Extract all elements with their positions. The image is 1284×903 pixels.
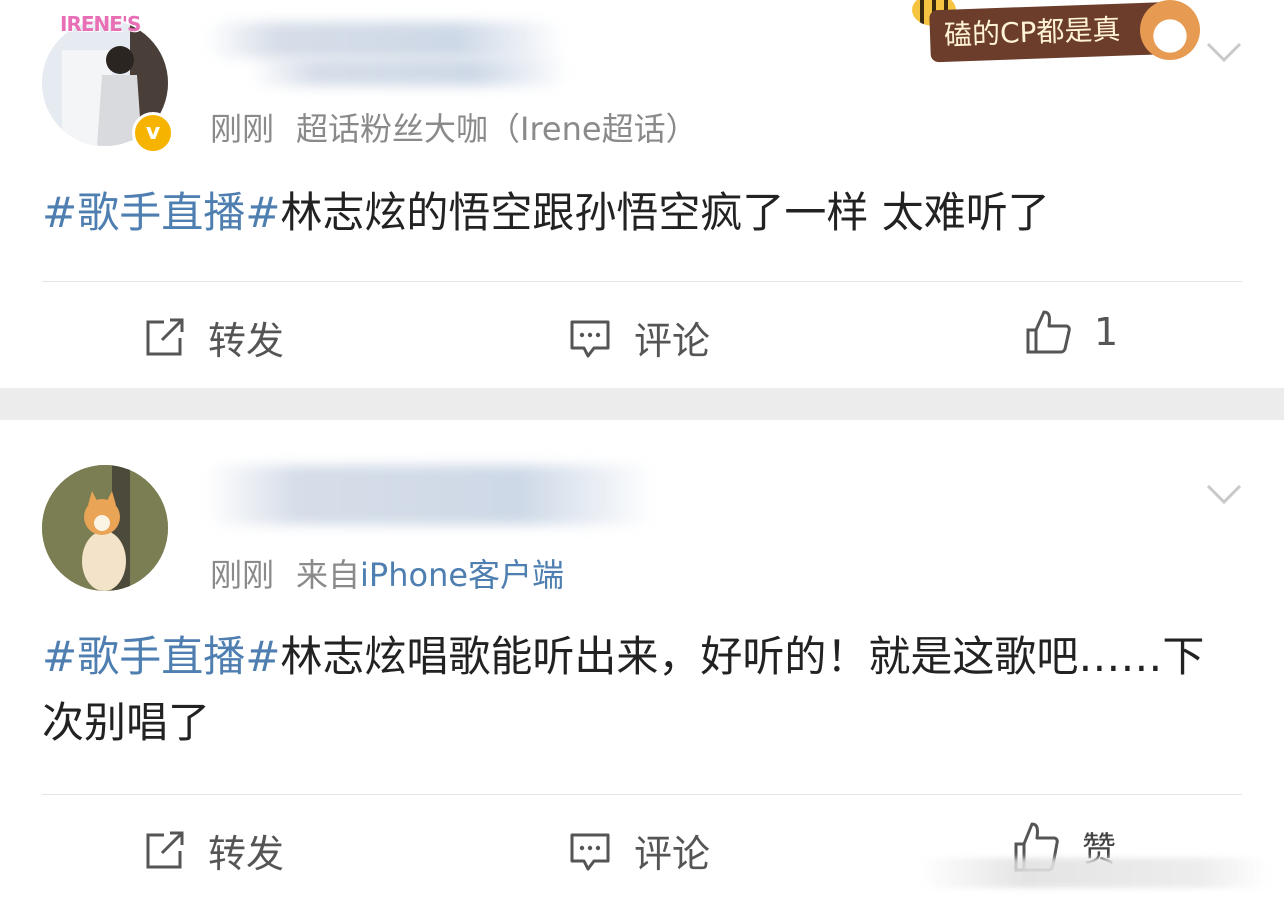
weibo-post-1: IRENE'S v 磕的CP都是真 刚刚 超话粉丝大咖（Irene超话） #歌手直… (0, 0, 1284, 388)
username-redacted-line2 (250, 58, 570, 86)
comment-bubble-icon (570, 320, 610, 357)
repost-button[interactable]: 转发 (142, 310, 284, 365)
hashtag-link[interactable]: #歌手直播# (42, 188, 280, 237)
hashtag-link[interactable]: #歌手直播# (42, 632, 280, 681)
divider (42, 281, 1242, 282)
source-prefix: 来自 (296, 556, 361, 594)
post-source[interactable]: 超话粉丝大咖（Irene超话） (296, 110, 698, 148)
username-redacted[interactable] (205, 22, 565, 58)
chevron-down-icon[interactable] (1206, 40, 1242, 64)
cat-avatar-icon (42, 465, 168, 591)
repost-label: 转发 (208, 319, 285, 363)
username-redacted[interactable] (205, 465, 655, 525)
post-text: #歌手直播#林志炫的悟空跟孙悟空疯了一样 太难听了 (42, 180, 1224, 246)
watermark-blur (920, 858, 1270, 888)
comment-bubble-icon (570, 833, 610, 870)
like-button[interactable]: 1 (1024, 308, 1118, 356)
thumbs-up-icon (1026, 310, 1071, 354)
dog-sticker-icon (1140, 0, 1200, 60)
repost-label: 转发 (208, 832, 285, 876)
verified-badge: v (132, 112, 174, 154)
comment-label: 评论 (634, 832, 711, 876)
post-meta: 刚刚 来自iPhone客户端 (210, 550, 564, 596)
comment-button[interactable]: 评论 (568, 310, 710, 365)
post-text: #歌手直播#林志炫唱歌能听出来，好听的！就是这歌吧……下次别唱了 (42, 624, 1224, 756)
post-separator (0, 388, 1284, 420)
post-time: 刚刚 (210, 110, 275, 148)
source-link[interactable]: iPhone客户端 (360, 556, 564, 594)
avatar-logo-text: IRENE'S (60, 12, 141, 36)
comment-label: 评论 (634, 319, 711, 363)
post-content: 林志炫的悟空跟孙悟空疯了一样 太难听了 (280, 188, 1050, 237)
like-count: 1 (1094, 310, 1119, 354)
repost-button[interactable]: 转发 (142, 823, 284, 878)
user-avatar[interactable] (42, 465, 168, 591)
divider (42, 794, 1242, 795)
chevron-down-icon[interactable] (1206, 482, 1242, 506)
comment-button[interactable]: 评论 (568, 823, 710, 878)
weibo-post-2: 刚刚 来自iPhone客户端 #歌手直播#林志炫唱歌能听出来，好听的！就是这歌吧…… (0, 420, 1284, 903)
share-edit-icon (146, 831, 184, 868)
post-time: 刚刚 (210, 556, 275, 594)
share-edit-icon (146, 318, 184, 355)
post-meta: 刚刚 超话粉丝大咖（Irene超话） (210, 104, 698, 150)
